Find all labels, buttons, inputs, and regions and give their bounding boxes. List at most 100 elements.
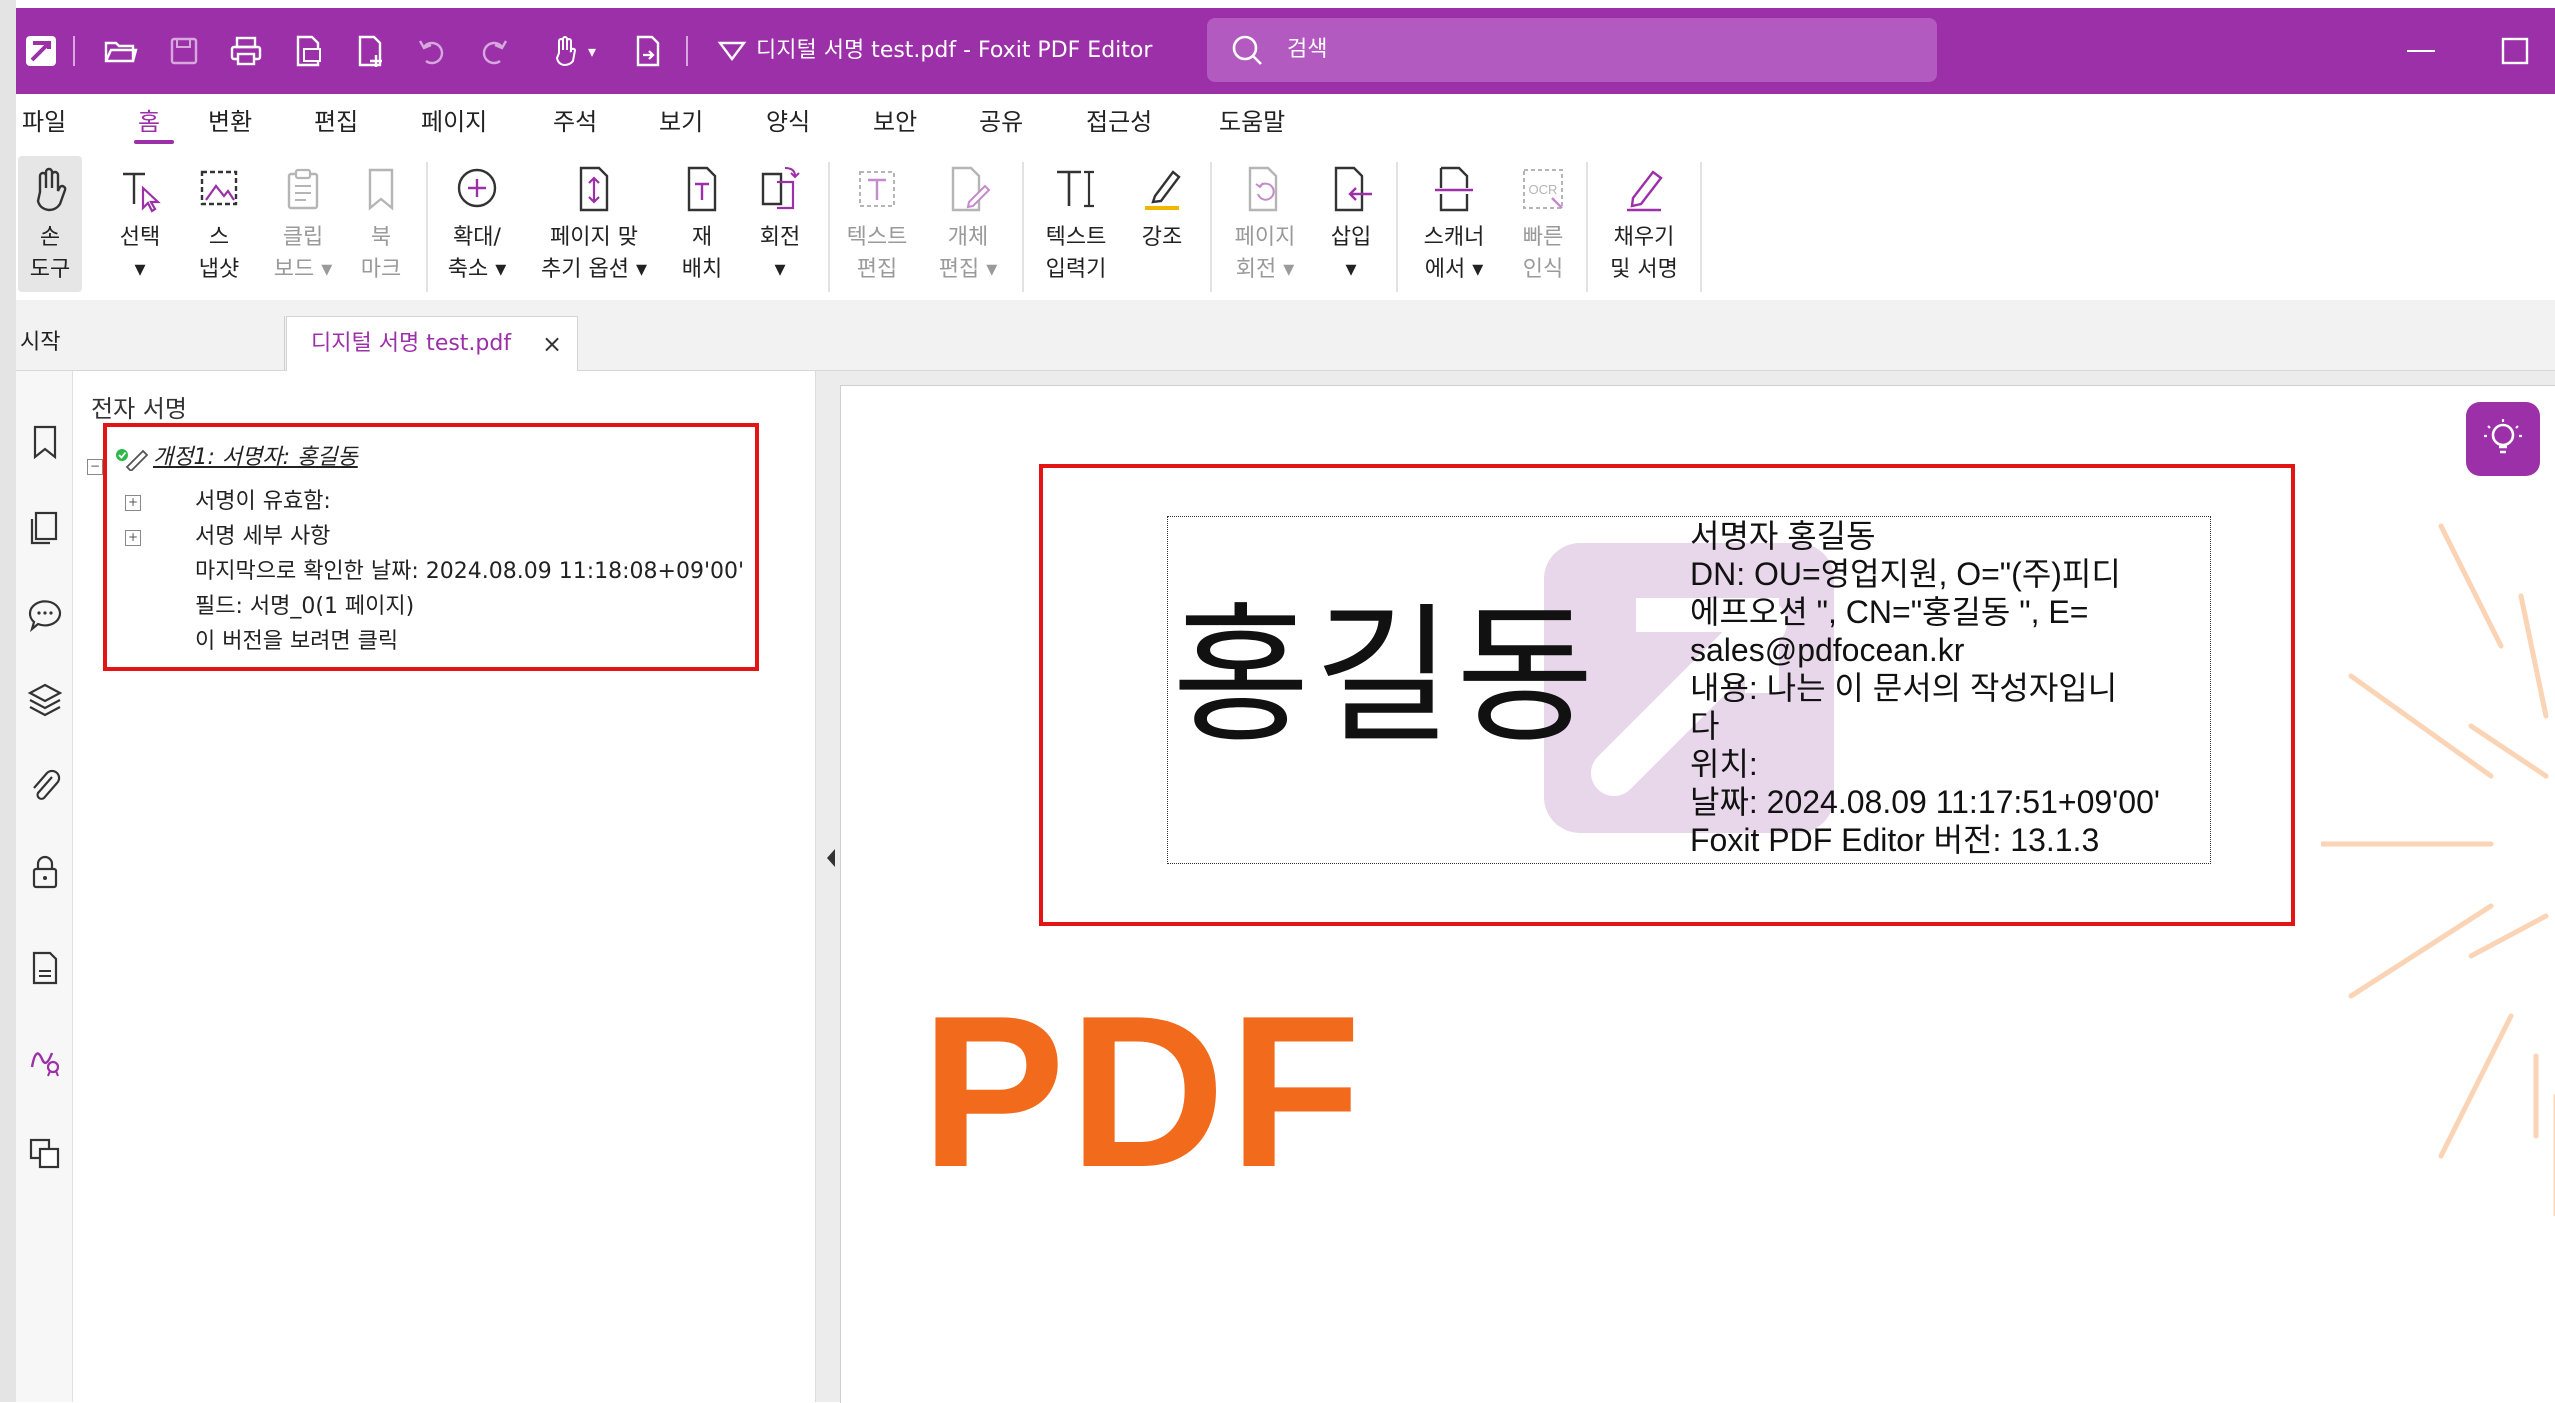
tab-document-label: 디지털 서명 test.pdf (311, 331, 512, 356)
fill-sign-button[interactable]: 채우기 및 서명 (1594, 156, 1694, 292)
signature-panel-icon[interactable] (26, 1039, 64, 1077)
title-separator (686, 36, 688, 66)
customize-icon[interactable] (708, 8, 756, 94)
select-text-icon (123, 172, 161, 213)
bookmark-icon[interactable] (26, 423, 64, 461)
search-icon (1232, 35, 1262, 65)
signature-field[interactable]: 홍길동 서명자 홍길동 DN: OU=영업지원, O="(주)피디 에프오션 "… (1167, 516, 2211, 864)
title-bar: ▾ 디지털 서명 test.pdf - Foxit PDF Editor 검색 (16, 8, 2555, 94)
bookmark-button[interactable]: 북 마크 (348, 156, 414, 292)
edit-object-icon (951, 166, 991, 212)
ribbon-toolbar: 손 도구 선택 ▾ 스 냅샷 클립 보드 ▾ 북 마크 확대/ 축소 ▾ 페이지… (16, 150, 2555, 298)
menu-edit[interactable]: 편집 (314, 94, 358, 150)
pdf-page: 홍길동 서명자 홍길동 DN: OU=영업지원, O="(주)피디 에프오션 "… (840, 385, 2555, 1403)
search-placeholder: 검색 (1287, 37, 1328, 62)
minimize-button[interactable] (2386, 8, 2456, 94)
attachments-icon[interactable] (26, 767, 64, 805)
hand-tool-dropdown-icon[interactable]: ▾ (588, 42, 596, 61)
menu-help[interactable]: 도움말 (1219, 94, 1285, 150)
reflow-button[interactable]: 재 배치 (670, 156, 734, 292)
insert-icon (1334, 166, 1372, 212)
ocr-icon: OCR (1523, 169, 1563, 209)
tips-button[interactable] (2466, 402, 2540, 476)
print-icon[interactable] (218, 8, 274, 94)
compare-icon[interactable] (26, 1135, 64, 1173)
ribbon-separator (1210, 162, 1212, 292)
hand-tool-icon[interactable]: ▾ (532, 8, 612, 94)
menu-convert[interactable]: 변환 (208, 94, 252, 150)
ribbon-separator (828, 162, 830, 292)
collapse-panel-icon[interactable] (824, 843, 838, 873)
undo-icon[interactable] (404, 8, 460, 94)
edit-text-icon (859, 171, 895, 207)
pages-icon[interactable] (26, 509, 64, 547)
insert-page-icon[interactable] (620, 8, 676, 94)
typewriter-icon (1057, 170, 1094, 208)
signature-details: 서명자 홍길동 DN: OU=영업지원, O="(주)피디 에프오션 ", CN… (1690, 517, 2210, 859)
rotate-page-button[interactable]: 페이지 회전 ▾ (1218, 156, 1312, 292)
signature-panel: 전자 서명 − 개정1: 서명자: 홍길동 + 서명이 유효함: + 서명 세부… (73, 371, 816, 1402)
signature-detail-line: 위치: (1690, 746, 1758, 782)
scanner-button[interactable]: 스캐너 에서 ▾ (1404, 156, 1504, 292)
tab-document[interactable]: 디지털 서명 test.pdf × (286, 316, 578, 371)
snapshot-icon (200, 170, 238, 206)
insert-button[interactable]: 삽입 ▾ (1316, 156, 1386, 292)
collapse-root-icon[interactable]: − (87, 459, 103, 475)
maximize-button[interactable] (2480, 8, 2550, 94)
security-icon[interactable] (26, 853, 64, 891)
rotate-button[interactable]: 회전 ▾ (742, 156, 818, 292)
foxit-logo-icon[interactable] (16, 8, 66, 94)
bookmark-icon (368, 168, 394, 211)
create-pdf-icon[interactable] (280, 8, 336, 94)
reflow-icon (687, 166, 717, 212)
select-button[interactable]: 선택 ▾ (94, 156, 186, 292)
layers-icon[interactable] (26, 681, 64, 719)
document-properties-icon[interactable] (26, 949, 64, 987)
document-tab-bar: 시작 디지털 서명 test.pdf × (16, 300, 2555, 371)
close-tab-icon[interactable]: × (537, 317, 567, 371)
menu-view[interactable]: 보기 (659, 94, 703, 150)
menu-page[interactable]: 페이지 (421, 94, 487, 150)
menu-security[interactable]: 보안 (873, 94, 917, 150)
menu-file[interactable]: 파일 (22, 94, 66, 150)
lightbulb-icon (2484, 419, 2522, 454)
title-separator (73, 36, 75, 66)
signature-detail-line: 서명자 홍길동 (1690, 518, 1876, 554)
tab-start[interactable]: 시작 (16, 316, 285, 370)
navigation-sidebar (16, 371, 73, 1402)
menu-form[interactable]: 양식 (766, 94, 810, 150)
open-folder-icon[interactable] (92, 8, 148, 94)
highlight-button[interactable]: 강조 (1126, 156, 1198, 292)
clipboard-icon (287, 168, 319, 210)
save-icon[interactable] (156, 8, 212, 94)
edit-object-button[interactable]: 개체 편집 ▾ (922, 156, 1014, 292)
menu-share[interactable]: 공유 (979, 94, 1023, 150)
search-box[interactable]: 검색 (1207, 18, 1937, 82)
fit-page-icon (579, 166, 609, 212)
menu-comment[interactable]: 주석 (553, 94, 597, 150)
zoom-button[interactable]: 확대/ 축소 ▾ (434, 156, 520, 292)
clipboard-button[interactable]: 클립 보드 ▾ (262, 156, 344, 292)
document-view: 홍길동 서명자 홍길동 DN: OU=영업지원, O="(주)피디 에프오션 "… (816, 371, 2555, 1403)
edit-text-button[interactable]: 텍스트 편집 (836, 156, 918, 292)
hand-tool-button[interactable]: 손 도구 (18, 156, 82, 292)
highlight-box (103, 423, 759, 671)
ribbon-separator (1396, 162, 1398, 292)
comments-icon[interactable] (26, 595, 64, 633)
maximize-icon (2501, 37, 2529, 65)
typewriter-button[interactable]: 텍스트 입력기 (1030, 156, 1122, 292)
fit-page-button[interactable]: 페이지 맞 추기 옵션 ▾ (524, 156, 664, 292)
scanner-icon (1435, 166, 1473, 212)
window-edge (0, 0, 16, 1402)
signature-detail-line: DN: OU=영업지원, O="(주)피디 (1690, 556, 2121, 592)
rotate-icon (761, 167, 800, 210)
pdf-logo-text: PDF (921, 970, 1365, 1212)
quick-ocr-button[interactable]: OCR 빠른 인식 (1506, 156, 1580, 292)
redo-icon[interactable] (466, 8, 522, 94)
foxit-window: ▾ 디지털 서명 test.pdf - Foxit PDF Editor 검색 … (0, 0, 2555, 1403)
menu-accessibility[interactable]: 접근성 (1086, 94, 1152, 150)
zoom-icon (457, 168, 497, 208)
snapshot-button[interactable]: 스 냅샷 (180, 156, 258, 292)
new-pdf-icon[interactable] (342, 8, 398, 94)
signature-detail-line: 날짜: 2024.08.09 11:17:51+09'00' (1690, 784, 2160, 820)
